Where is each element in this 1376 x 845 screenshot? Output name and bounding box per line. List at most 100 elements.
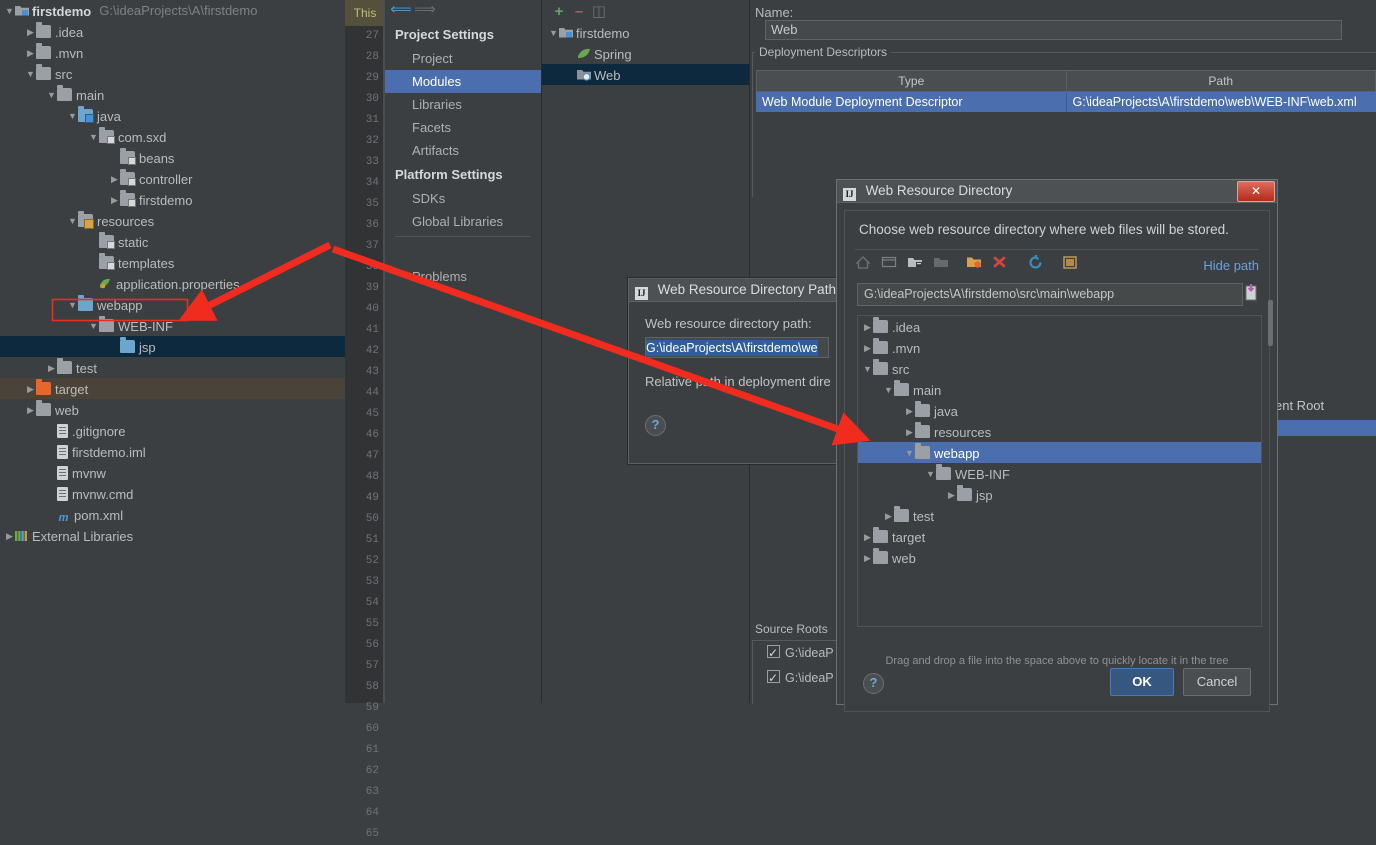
tree-row[interactable]: ▶jsp <box>0 336 345 357</box>
nav-item-libraries[interactable]: Libraries <box>385 93 541 116</box>
wrd-tree-row[interactable]: ▶.mvn <box>858 337 1261 358</box>
chevron-down-icon[interactable]: ▼ <box>883 380 894 401</box>
nav-item-modules[interactable]: Modules <box>385 70 541 93</box>
tree-row[interactable]: ▶target <box>0 378 345 399</box>
arrow-left-icon[interactable]: ⟸ <box>389 0 413 20</box>
chevron-right-icon[interactable]: ▶ <box>109 190 120 211</box>
column-header-path[interactable]: Path <box>1067 71 1376 91</box>
wrd-path-input[interactable]: G:\ideaProjects\A\firstdemo\src\main\web… <box>857 283 1243 306</box>
wrd-help-button[interactable]: ? <box>863 673 884 694</box>
wrd-directory-tree[interactable]: ▶.idea▶.mvn▼src▼main▶java▶resources▼weba… <box>857 315 1262 627</box>
wrd-tree-row[interactable]: ▶java <box>858 400 1261 421</box>
tree-row[interactable]: ▶.gitignore <box>0 420 345 441</box>
chevron-right-icon[interactable]: ▶ <box>4 526 15 547</box>
project-tool-window[interactable]: ▼firstdemoG:\ideaProjects\A\firstdemo▶.i… <box>0 0 345 703</box>
close-icon[interactable]: ✕ <box>1237 181 1275 202</box>
nav-item-artifacts[interactable]: Artifacts <box>385 139 541 162</box>
chevron-down-icon[interactable]: ▼ <box>67 211 78 232</box>
tree-row[interactable]: ▶web <box>0 399 345 420</box>
modules-tree[interactable]: ▼firstdemo▶Spring▶Web <box>542 22 749 85</box>
project-structure-nav[interactable]: Project SettingsProjectModulesLibrariesF… <box>385 0 542 703</box>
tree-row[interactable]: ▶controller <box>0 168 345 189</box>
paste-icon[interactable] <box>1243 283 1260 304</box>
tree-row[interactable]: ▼resources <box>0 210 345 231</box>
wrd-tree-row[interactable]: ▼WEB-INF <box>858 463 1261 484</box>
wrd-tree-row[interactable]: ▼main <box>858 379 1261 400</box>
tree-row[interactable]: ▶firstdemo.iml <box>0 441 345 462</box>
open-folder-icon[interactable] <box>907 255 933 277</box>
web-resource-directory-dialog[interactable]: IJ Web Resource Directory ✕ Choose web r… <box>836 179 1278 705</box>
cancel-button[interactable]: Cancel <box>1183 668 1251 696</box>
tree-row[interactable]: ▶static <box>0 231 345 252</box>
chevron-right-icon[interactable]: ▶ <box>904 401 915 422</box>
chevron-right-icon[interactable]: ▶ <box>25 22 36 43</box>
chevron-down-icon[interactable]: ▼ <box>67 295 78 316</box>
modules-toolbar[interactable]: +–◫ <box>542 0 749 22</box>
wrd-tree-row[interactable]: ▼src <box>858 358 1261 379</box>
refresh-icon[interactable] <box>1028 255 1054 277</box>
chevron-right-icon[interactable]: ▶ <box>946 485 957 506</box>
this-tab[interactable]: This <box>345 0 385 26</box>
source-roots-list[interactable]: G:\ideaPG:\ideaP <box>752 640 844 704</box>
tree-row[interactable]: ▶.idea <box>0 21 345 42</box>
tree-row[interactable]: ▶test <box>0 357 345 378</box>
wrd-tree-row[interactable]: ▶jsp <box>858 484 1261 505</box>
module-name-input[interactable]: Web <box>765 20 1342 40</box>
chevron-down-icon[interactable]: ▼ <box>46 85 57 106</box>
chevron-down-icon[interactable]: ▼ <box>88 316 99 337</box>
show-hidden-icon[interactable] <box>1062 255 1088 277</box>
tree-row[interactable]: ▼WEB-INF <box>0 315 345 336</box>
nav-item-project[interactable]: Project <box>385 47 541 70</box>
tree-row-root[interactable]: ▼firstdemoG:\ideaProjects\A\firstdemo <box>0 0 345 21</box>
chevron-down-icon[interactable]: ▼ <box>67 106 78 127</box>
chevron-right-icon[interactable]: ▶ <box>25 43 36 64</box>
remove-module-button[interactable]: – <box>569 3 589 20</box>
chevron-down-icon[interactable]: ▼ <box>925 464 936 485</box>
home-icon[interactable] <box>855 255 881 277</box>
wrd-tree-row[interactable]: ▶resources <box>858 421 1261 442</box>
chevron-down-icon[interactable]: ▼ <box>88 127 99 148</box>
wrd-tree-scrollbar[interactable] <box>1268 300 1273 346</box>
tree-row[interactable]: ▼webapp <box>0 294 345 315</box>
tree-row[interactable]: ▶mvnw.cmd <box>0 483 345 504</box>
module-tree-row[interactable]: ▼firstdemo <box>542 22 749 43</box>
source-root-row[interactable]: G:\ideaP <box>753 666 843 691</box>
tree-row[interactable]: ▶mvnw <box>0 462 345 483</box>
tree-row[interactable]: ▶firstdemo <box>0 189 345 210</box>
module-tree-row[interactable]: ▶Spring <box>542 43 749 64</box>
table-row[interactable]: Web Module Deployment Descriptor G:\idea… <box>756 92 1376 112</box>
delete-icon[interactable] <box>992 255 1018 277</box>
chevron-right-icon[interactable]: ▶ <box>25 400 36 421</box>
wrd-tree-row[interactable]: ▶web <box>858 547 1261 568</box>
source-root-row[interactable]: G:\ideaP <box>753 641 843 666</box>
checkbox-icon[interactable] <box>767 645 780 658</box>
tree-row[interactable]: ▶templates <box>0 252 345 273</box>
tree-row[interactable]: ▼java <box>0 105 345 126</box>
wrd-toolbar[interactable]: Hide path <box>855 255 1265 281</box>
chevron-right-icon[interactable]: ▶ <box>904 422 915 443</box>
chevron-right-icon[interactable]: ▶ <box>25 379 36 400</box>
tree-row[interactable]: ▶beans <box>0 147 345 168</box>
hide-path-link[interactable]: Hide path <box>1203 258 1259 273</box>
tree-row[interactable]: ▶mpom.xml <box>0 504 345 525</box>
arrow-right-icon[interactable]: ⟹ <box>413 0 437 20</box>
wrdp-titlebar[interactable]: IJ Web Resource Directory Path <box>629 279 845 302</box>
checkbox-icon[interactable] <box>767 670 780 683</box>
desktop-icon[interactable] <box>881 255 907 277</box>
chevron-down-icon[interactable]: ▼ <box>25 64 36 85</box>
tree-row[interactable]: ▶.mvn <box>0 42 345 63</box>
web-resource-directory-path-dialog[interactable]: IJ Web Resource Directory Path Web resou… <box>628 278 846 464</box>
nav-item-problems[interactable]: Problems <box>385 265 541 288</box>
wrdp-help-button[interactable]: ? <box>645 415 845 436</box>
wrd-tree-row[interactable]: ▶test <box>858 505 1261 526</box>
nav-item-sdks[interactable]: SDKs <box>385 187 541 210</box>
wrd-tree-row[interactable]: ▼webapp <box>858 442 1261 463</box>
tree-row[interactable]: ▶External Libraries <box>0 525 345 546</box>
chevron-down-icon[interactable]: ▼ <box>4 1 15 22</box>
copy-module-icon[interactable]: ◫ <box>589 2 609 20</box>
chevron-right-icon[interactable]: ▶ <box>862 527 873 548</box>
chevron-down-icon[interactable]: ▼ <box>862 359 873 380</box>
new-folder-icon[interactable] <box>966 255 992 277</box>
tree-row[interactable]: ▶application.properties <box>0 273 345 294</box>
module-tree-row[interactable]: ▶Web <box>542 64 749 85</box>
